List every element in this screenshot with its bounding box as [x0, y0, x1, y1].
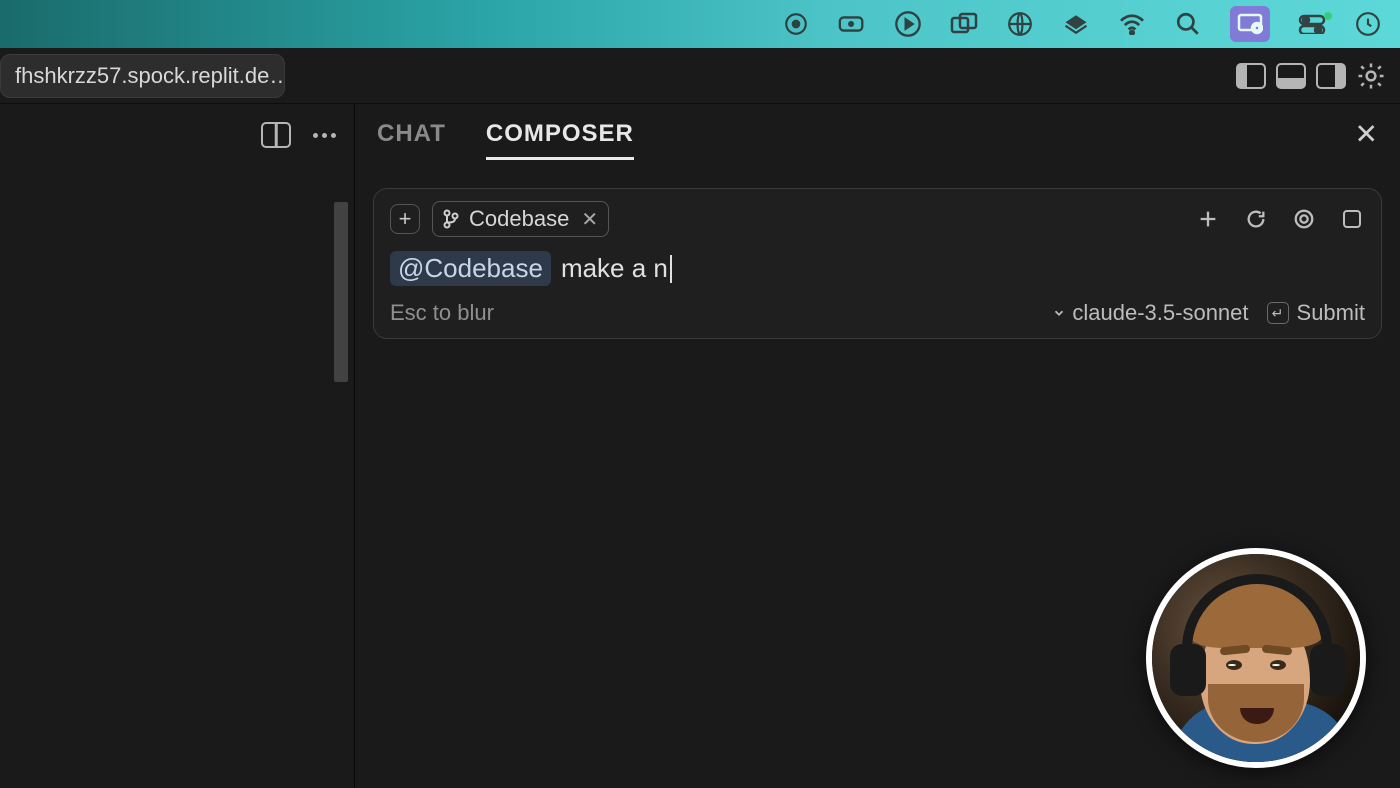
macos-menubar [0, 0, 1400, 48]
submit-button[interactable]: ↵ Submit [1267, 300, 1365, 326]
mention-codebase[interactable]: @Codebase [390, 251, 551, 286]
editor-layout-controls [1236, 61, 1386, 91]
chevron-down-icon [1052, 306, 1066, 320]
screen-share-icon[interactable] [1230, 6, 1270, 42]
model-selector[interactable]: claude-3.5-sonnet [1052, 300, 1248, 326]
webcam-overlay [1146, 548, 1366, 768]
battery-rect-icon[interactable] [838, 10, 866, 38]
window-tabbar: fhshkrzz57.spock.replit.de… [0, 48, 1400, 104]
tab-composer[interactable]: COMPOSER [486, 120, 634, 148]
composer-top-row: + Codebase ✕ [390, 201, 1365, 237]
overlap-windows-icon[interactable] [950, 10, 978, 38]
tab-chat[interactable]: CHAT [377, 120, 446, 148]
left-sidebar [0, 104, 355, 788]
close-panel-icon[interactable]: ✕ [1355, 118, 1378, 151]
clock-icon[interactable] [1354, 10, 1382, 38]
composer-input[interactable]: @Codebase make a n [390, 251, 1365, 286]
context-chip-label: Codebase [469, 206, 569, 232]
new-thread-plus-icon[interactable] [1195, 206, 1221, 232]
main-area: CHAT COMPOSER ✕ + Codebase ✕ [0, 104, 1400, 788]
typed-text: make a n [561, 253, 672, 284]
composer-top-controls [1195, 206, 1365, 232]
panel-tabs: CHAT COMPOSER ✕ [355, 104, 1400, 164]
ai-panel: CHAT COMPOSER ✕ + Codebase ✕ [355, 104, 1400, 788]
text-cursor [670, 255, 672, 283]
record-target-icon[interactable] [782, 10, 810, 38]
target-icon[interactable] [1291, 206, 1317, 232]
blur-hint: Esc to blur [390, 300, 494, 326]
composer-box: + Codebase ✕ [373, 188, 1382, 339]
enter-key-icon: ↵ [1267, 302, 1289, 324]
sidebar-scrollbar[interactable] [334, 202, 348, 382]
stop-icon[interactable] [1339, 206, 1365, 232]
more-dots-icon[interactable] [313, 133, 336, 138]
context-chip-codebase[interactable]: Codebase ✕ [432, 201, 609, 237]
model-name: claude-3.5-sonnet [1072, 300, 1248, 326]
play-circle-icon[interactable] [894, 10, 922, 38]
search-icon[interactable] [1174, 10, 1202, 38]
settings-gear-icon[interactable] [1356, 61, 1386, 91]
toggle-right-panel-icon[interactable] [1316, 63, 1346, 89]
remove-chip-icon[interactable]: ✕ [581, 207, 598, 232]
sidebar-controls [261, 122, 336, 148]
globe-grid-icon[interactable] [1006, 10, 1034, 38]
wifi-icon[interactable] [1118, 10, 1146, 38]
refresh-icon[interactable] [1243, 206, 1269, 232]
tab-title: fhshkrzz57.spock.replit.de… [15, 63, 285, 88]
add-context-button[interactable]: + [390, 204, 420, 234]
diamond-stack-icon[interactable] [1062, 10, 1090, 38]
toggle-left-panel-icon[interactable] [1236, 63, 1266, 89]
split-view-icon[interactable] [261, 122, 291, 148]
submit-label: Submit [1297, 300, 1365, 326]
composer-bottom-row: Esc to blur claude-3.5-sonnet ↵ Submit [390, 300, 1365, 326]
git-branch-icon [443, 209, 459, 229]
browser-tab[interactable]: fhshkrzz57.spock.replit.de… [0, 54, 285, 98]
toggle-bottom-panel-icon[interactable] [1276, 63, 1306, 89]
control-center-icon[interactable] [1298, 10, 1326, 38]
